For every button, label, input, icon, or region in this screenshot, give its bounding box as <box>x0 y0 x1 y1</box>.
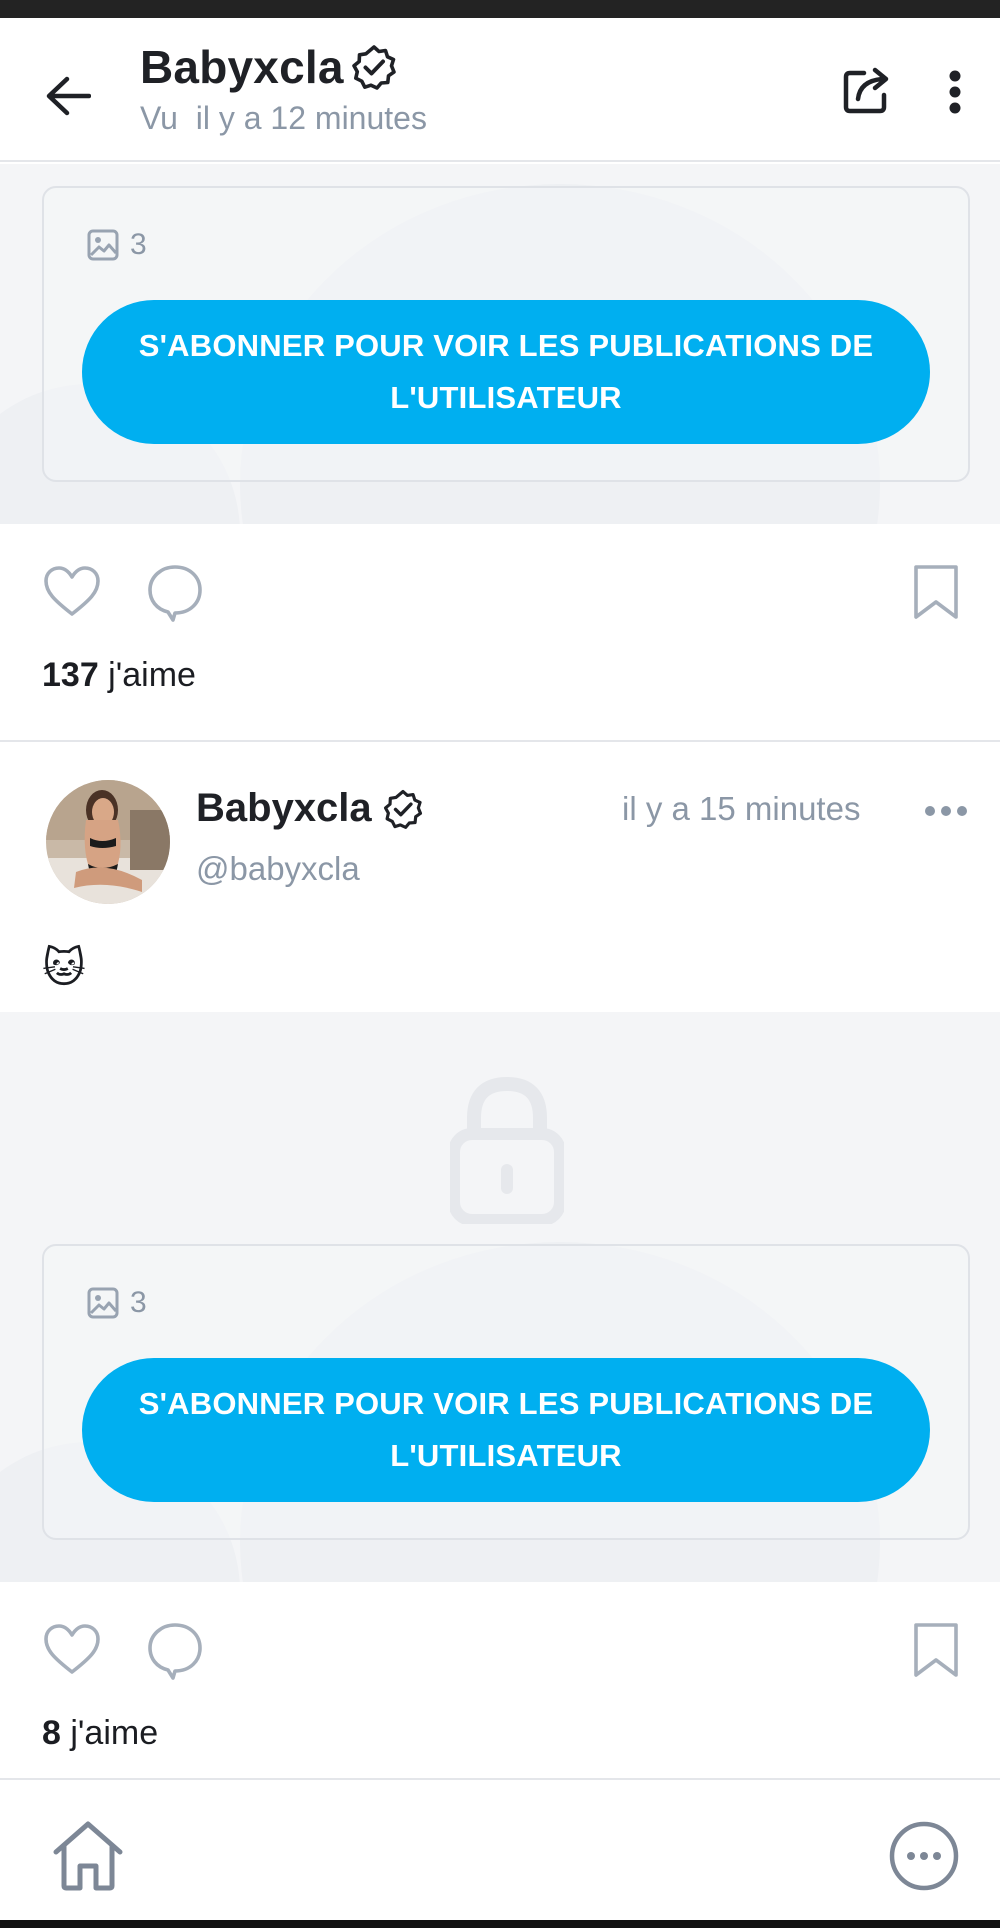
avatar[interactable] <box>46 780 170 904</box>
verified-badge-icon <box>350 43 398 91</box>
bookmark-icon <box>914 565 958 619</box>
likes-number: 137 <box>42 656 99 694</box>
image-icon <box>87 1287 119 1319</box>
post-author-row: Babyxcla <box>196 786 424 831</box>
more-circle-icon <box>889 1821 959 1891</box>
subscribe-card: 3 S'ABONNER POUR VOIR LES PUBLICATIONS D… <box>42 1244 970 1540</box>
post-author-name[interactable]: Babyxcla <box>196 786 372 831</box>
bookmark-button[interactable] <box>908 1620 964 1680</box>
header-name: Babyxcla <box>140 41 344 93</box>
bottom-navigation <box>0 1778 1000 1928</box>
post-actions <box>0 1620 1000 1710</box>
lock-icon <box>448 1076 566 1226</box>
post-header: Babyxcla @babyxcla il y a 15 minutes <box>0 780 1000 920</box>
divider <box>0 740 1000 742</box>
locked-media-area: 3 S'ABONNER POUR VOIR LES PUBLICATIONS D… <box>0 164 1000 524</box>
likes-count: 8 j'aime <box>42 1714 158 1753</box>
comment-icon <box>148 565 202 622</box>
home-button[interactable] <box>50 1818 126 1894</box>
media-count-value: 3 <box>130 228 147 261</box>
status-bar <box>0 0 1000 18</box>
subscribe-button[interactable]: S'ABONNER POUR VOIR LES PUBLICATIONS DE … <box>82 1358 930 1502</box>
more-vertical-icon <box>949 70 961 114</box>
post-more-button[interactable] <box>918 786 974 836</box>
arrow-left-icon <box>46 76 91 116</box>
last-seen-status: Vu il y a 12 minutes <box>140 100 427 136</box>
more-horizontal-icon <box>925 806 967 816</box>
image-icon <box>87 229 119 261</box>
post-timestamp[interactable]: il y a 15 minutes <box>622 790 860 828</box>
bookmark-button[interactable] <box>908 562 964 622</box>
bookmark-icon <box>914 1623 958 1677</box>
media-count: 3 <box>86 228 147 262</box>
heart-icon <box>44 1624 100 1674</box>
heart-icon <box>44 566 100 616</box>
profile-header: Babyxcla Vu il y a 12 minutes <box>0 18 1000 162</box>
more-menu-button[interactable] <box>888 1820 960 1892</box>
system-nav-bar <box>0 1920 1000 1928</box>
back-button[interactable] <box>40 68 96 124</box>
media-count: 3 <box>86 1286 147 1320</box>
subscribe-card: 3 S'ABONNER POUR VOIR LES PUBLICATIONS D… <box>42 186 970 482</box>
subscribe-button[interactable]: S'ABONNER POUR VOIR LES PUBLICATIONS DE … <box>82 300 930 444</box>
post-text: 🐱 <box>42 944 86 991</box>
comment-icon <box>148 1623 202 1680</box>
like-button[interactable] <box>42 1620 102 1680</box>
comment-button[interactable] <box>146 562 206 622</box>
likes-label: j'aime <box>98 656 196 694</box>
post-author-handle[interactable]: @babyxcla <box>196 850 360 888</box>
comment-button[interactable] <box>146 1620 206 1680</box>
like-button[interactable] <box>42 562 102 622</box>
header-title-row: Babyxcla <box>140 40 398 94</box>
media-count-value: 3 <box>130 1286 147 1319</box>
verified-badge-icon <box>382 788 424 830</box>
more-options-button[interactable] <box>930 62 980 122</box>
likes-label: j'aime <box>60 1714 159 1752</box>
post-actions <box>0 562 1000 652</box>
share-button[interactable] <box>838 60 898 120</box>
home-icon <box>53 1821 123 1891</box>
likes-count: 137 j'aime <box>42 656 196 695</box>
likes-number: 8 <box>42 1714 61 1752</box>
share-icon <box>843 67 889 114</box>
